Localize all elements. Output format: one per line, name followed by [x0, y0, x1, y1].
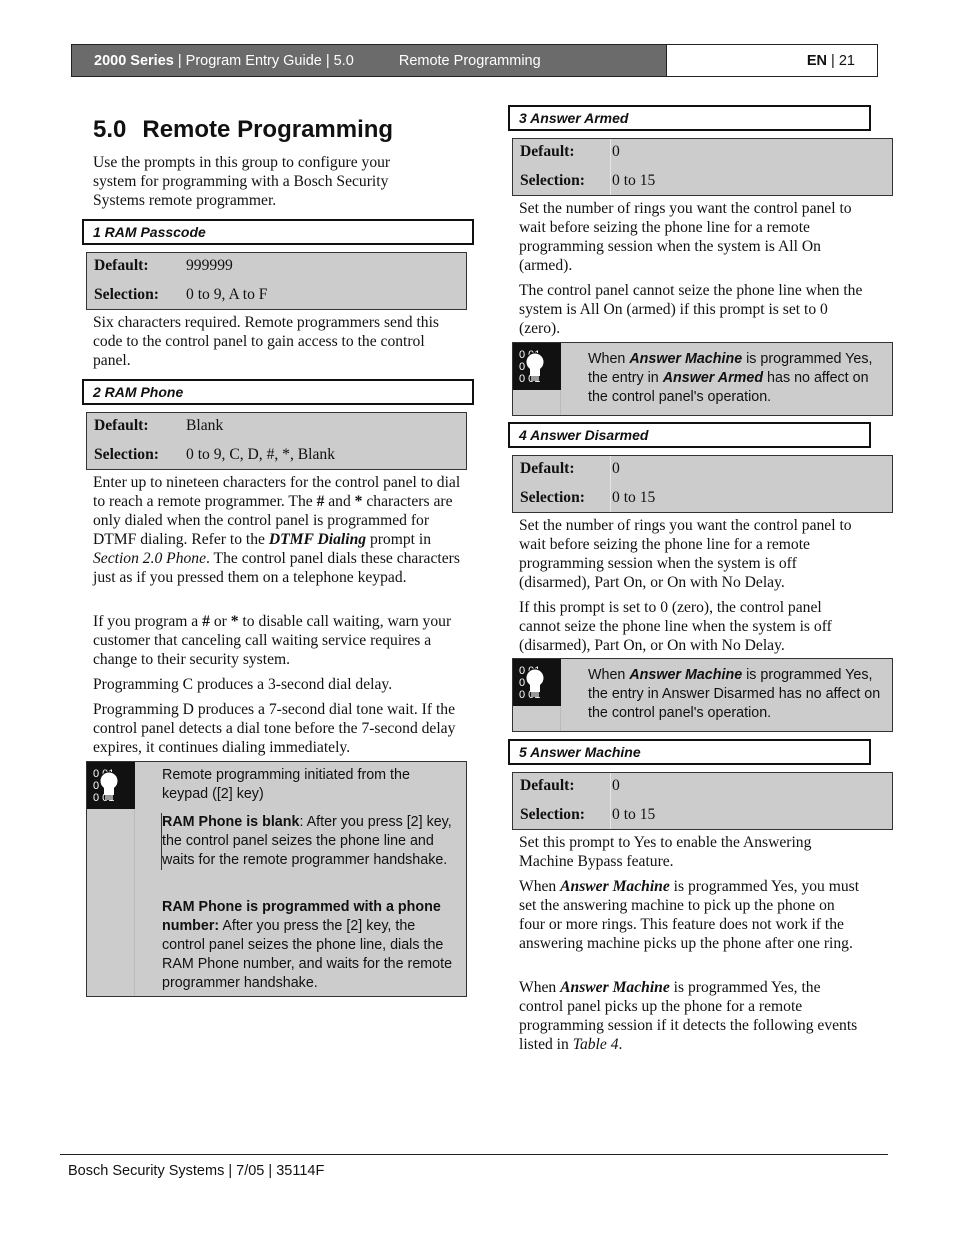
prompt-title-answer-armed: 3 Answer Armed: [508, 105, 871, 131]
prompt-reference: Answer Machine: [560, 878, 670, 895]
default-value: 0: [612, 143, 620, 160]
text-run: and: [324, 493, 355, 510]
note-item-blank: RAM Phone is blank: After you press [2] …: [161, 813, 461, 870]
header-page-number: 21: [838, 52, 855, 69]
header-lang: EN: [806, 52, 828, 69]
text-run: RAM Phone is blank: [162, 814, 300, 830]
prompt-title-ram-passcode: 1 RAM Passcode: [82, 219, 474, 245]
selection-row: Selection: 0 to 15: [520, 806, 655, 824]
default-label: Default:: [520, 777, 575, 794]
section-title: Remote Programming: [142, 116, 394, 143]
call-waiting-paragraph: If you program a # or * to disable call …: [93, 612, 463, 669]
answer-machine-description: Set this prompt to Yes to enable the Ans…: [519, 834, 812, 870]
selection-row: Selection: 0 to 9, A to F: [94, 286, 267, 304]
text-run: or: [209, 613, 231, 630]
prompt-title-ram-phone: 2 RAM Phone: [82, 379, 474, 405]
prompt-title-answer-machine: 5 Answer Machine: [508, 739, 871, 765]
default-label: Default:: [94, 257, 149, 274]
selection-row: Selection: 0 to 9, C, D, #, *, Blank: [94, 446, 335, 464]
note-answer-armed: 0 01 0 01 0 01 When Answer Machine is pr…: [512, 342, 893, 416]
selection-label: Selection:: [94, 446, 159, 463]
intro-paragraph: Use the prompts in this group to configu…: [93, 154, 391, 209]
answer-machine-events-paragraph: When Answer Machine is programmed Yes, t…: [519, 978, 864, 1054]
selection-label: Selection:: [520, 806, 585, 823]
section-reference: Section 2.0 Phone: [93, 550, 207, 567]
ram-phone-description: Enter up to nineteen characters for the …: [93, 473, 468, 587]
note-text: When Answer Machine is programmed Yes, t…: [588, 350, 888, 407]
prompt-defaults-answer-machine: Default: 0 Selection: 0 to 15: [512, 772, 893, 830]
header-separator: |: [827, 52, 839, 69]
selection-value: 0 to 15: [612, 489, 656, 506]
default-label: Default:: [94, 417, 149, 434]
programming-d-paragraph: Programming D produces a 7-second dial t…: [93, 701, 456, 756]
default-label: Default:: [520, 143, 575, 160]
text-run: When: [519, 979, 561, 996]
text-run: If you program a: [93, 613, 203, 630]
page-header: 2000 Series | Program Entry Guide | 5.0 …: [71, 44, 878, 77]
prompt-defaults-ram-phone: Default: Blank Selection: 0 to 9, C, D, #,…: [86, 412, 467, 470]
header-breadcrumb: 2000 Series | Program Entry Guide | 5.0 …: [72, 45, 666, 76]
default-value: 999999: [186, 257, 233, 274]
answer-armed-zero-note: The control panel cannot seize the phone…: [519, 282, 863, 337]
prompt-title-answer-disarmed: 4 Answer Disarmed: [508, 422, 871, 448]
footer-text: Bosch Security Systems | 7/05 | 35114F: [68, 1163, 325, 1179]
text-run: prompt in: [366, 531, 432, 548]
header-series: 2000 Series: [94, 52, 174, 69]
prompt-defaults-ram-passcode: Default: 999999 Selection: 0 to 9, A to F: [86, 252, 467, 310]
selection-value: 0 to 15: [612, 172, 656, 189]
default-row: Default: 0: [520, 460, 620, 478]
selection-value: 0 to 15: [612, 806, 656, 823]
selection-row: Selection: 0 to 15: [520, 172, 655, 190]
header-guide: Program Entry Guide | 5.0: [185, 52, 354, 69]
header-separator: |: [173, 52, 186, 69]
note-remote-programming: 0 01 0 01 0 01 Remote programming initia…: [86, 761, 467, 997]
default-value: 0: [612, 777, 620, 794]
lightbulb-icon: 0 01 0 01 0 01: [513, 659, 561, 706]
selection-value: 0 to 9, C, D, #, *, Blank: [186, 446, 336, 463]
prompt-reference: DTMF Dialing: [268, 531, 367, 548]
answer-disarmed-description: Set the number of rings you want the con…: [519, 517, 852, 591]
answer-machine-rings-paragraph: When Answer Machine is programmed Yes, y…: [519, 877, 864, 953]
text-run: .: [618, 1036, 623, 1053]
prompt-reference: Answer Machine: [629, 351, 743, 367]
default-label: Default:: [520, 460, 575, 477]
default-value: 0: [612, 460, 620, 477]
section-number: 5.0: [93, 116, 127, 143]
note-answer-disarmed: 0 01 0 01 0 01 When Answer Machine is pr…: [512, 658, 893, 732]
text-run: When: [519, 878, 561, 895]
selection-label: Selection:: [520, 489, 585, 506]
prompt-reference: Answer Machine: [560, 979, 670, 996]
selection-label: Selection:: [94, 286, 159, 303]
text-run: When: [588, 667, 630, 683]
prompt-reference: Answer Machine: [629, 667, 743, 683]
footer-divider: [60, 1154, 888, 1155]
default-row: Default: Blank: [94, 417, 223, 435]
default-row: Default: 0: [520, 143, 620, 161]
prompt-reference: Answer Armed: [662, 370, 764, 386]
page-title: 5.0 Remote Programming: [93, 116, 393, 144]
answer-disarmed-zero-note: If this prompt is set to 0 (zero), the c…: [519, 599, 832, 654]
selection-value: 0 to 9, A to F: [186, 286, 268, 303]
text-run: #: [202, 613, 210, 630]
note-intro: Remote programming initiated from the ke…: [162, 767, 410, 802]
lightbulb-icon: 0 01 0 01 0 01: [87, 762, 135, 809]
header-page-info: EN | 21: [666, 45, 877, 76]
ram-passcode-description: Six characters required. Remote programm…: [93, 314, 439, 369]
selection-row: Selection: 0 to 15: [520, 489, 655, 507]
selection-label: Selection:: [520, 172, 585, 189]
lightbulb-icon: 0 01 0 01 0 01: [513, 343, 561, 390]
default-value: Blank: [186, 417, 224, 434]
note-item-programmed: RAM Phone is programmed with a phone num…: [162, 898, 462, 993]
default-row: Default: 0: [520, 777, 620, 795]
prompt-defaults-answer-disarmed: Default: 0 Selection: 0 to 15: [512, 455, 893, 513]
default-row: Default: 999999: [94, 257, 233, 275]
text-run: When: [588, 351, 630, 367]
header-section: Remote Programming: [398, 52, 541, 69]
table-reference[interactable]: Table 4: [573, 1036, 619, 1053]
note-text: When Answer Machine is programmed Yes, t…: [588, 666, 888, 723]
text-run: *: [230, 613, 239, 630]
answer-armed-description: Set the number of rings you want the con…: [519, 200, 852, 274]
prompt-defaults-answer-armed: Default: 0 Selection: 0 to 15: [512, 138, 893, 196]
programming-c-paragraph: Programming C produces a 3-second dial d…: [93, 676, 393, 693]
